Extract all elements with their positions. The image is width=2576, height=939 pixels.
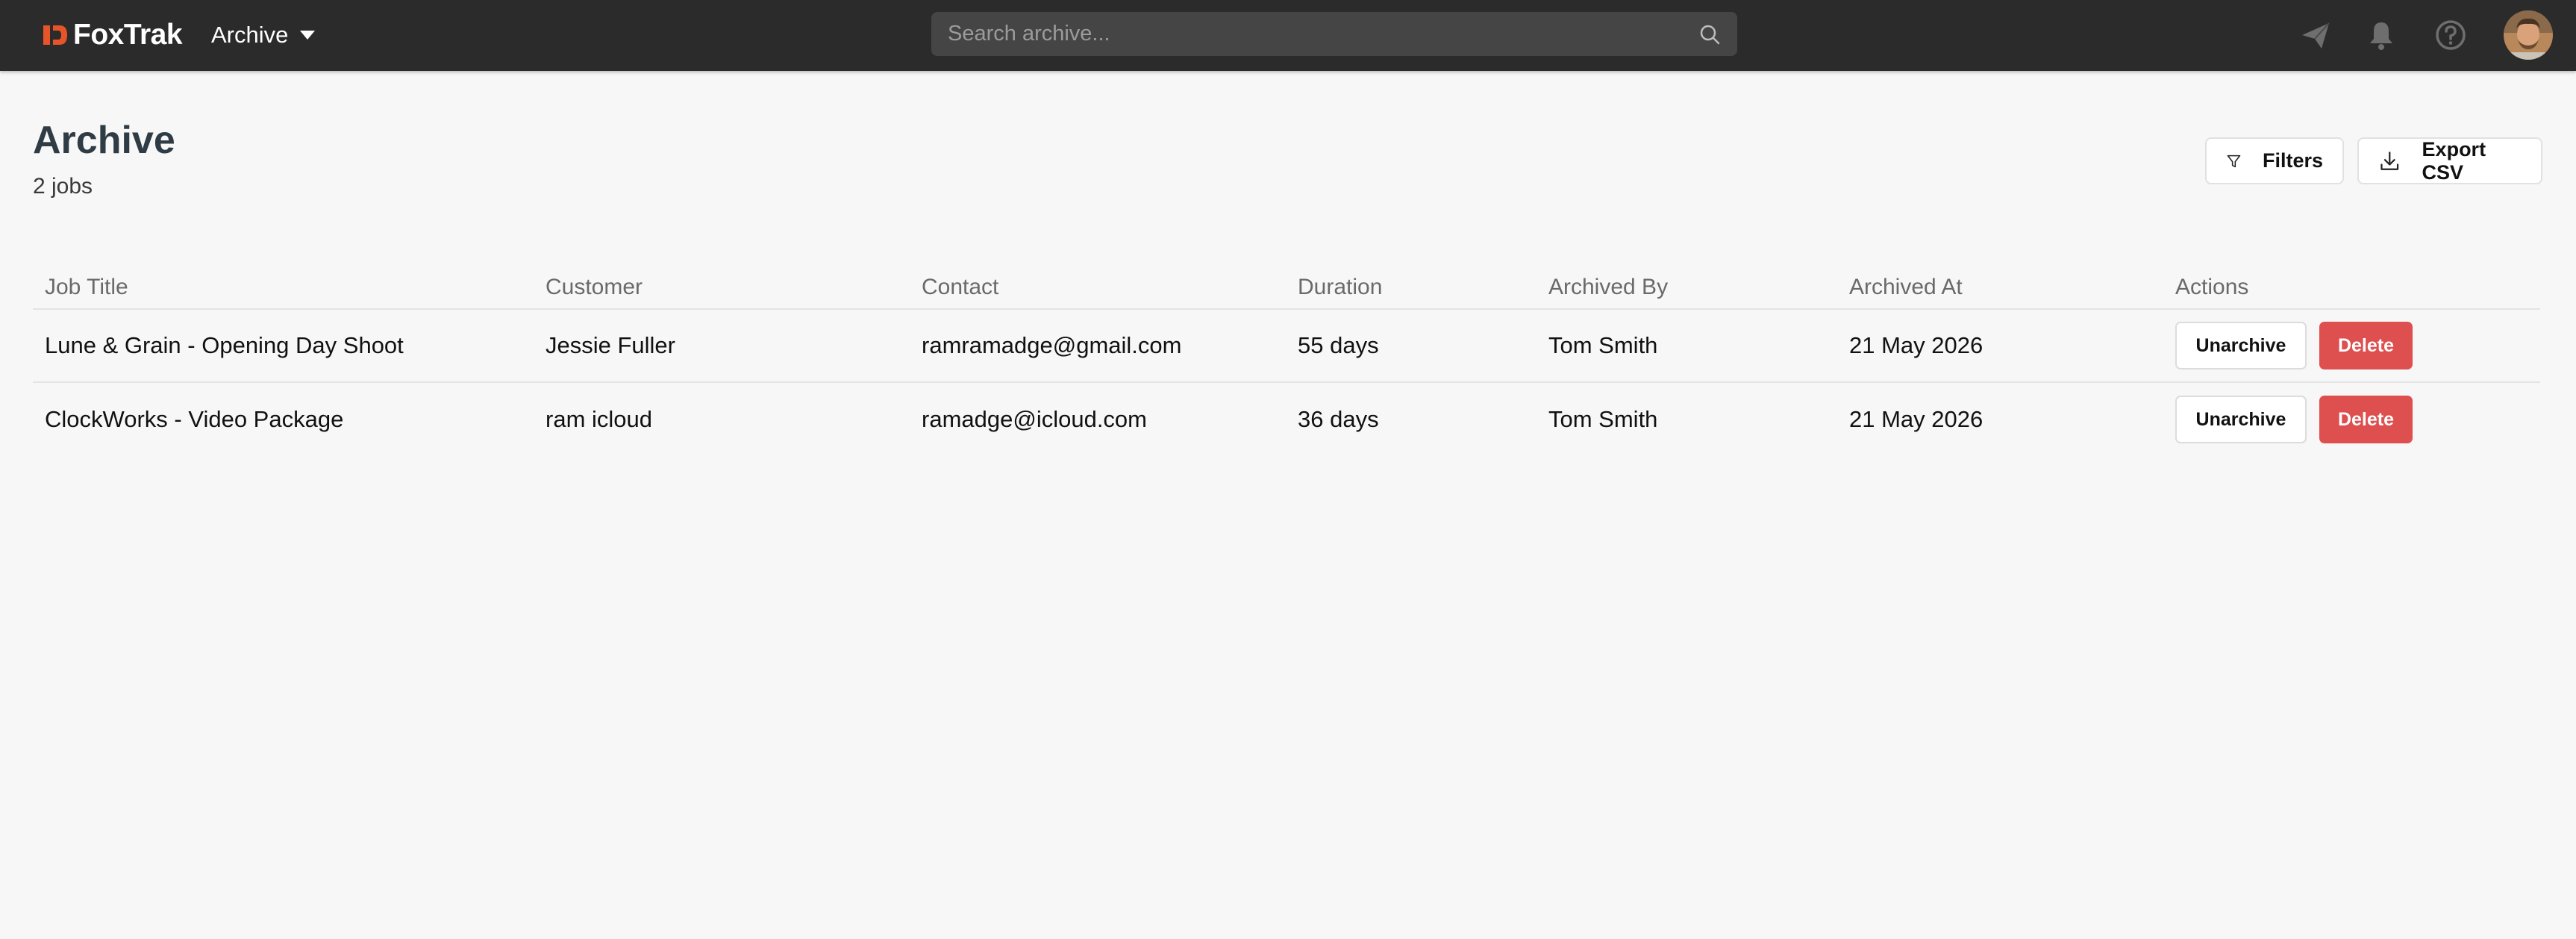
avatar-image <box>2504 10 2553 60</box>
column-header-archived-by[interactable]: Archived By <box>1548 254 1668 308</box>
job-title-cell[interactable]: Lune & Grain - Opening Day Shoot <box>45 310 404 381</box>
unarchive-button[interactable]: Unarchive <box>2175 322 2307 369</box>
archived-at-cell: 21 May 2026 <box>1849 406 1983 432</box>
column-header-contact[interactable]: Contact <box>922 254 998 308</box>
archived-by-cell: Tom Smith <box>1548 332 1658 358</box>
table-header-row: Job Title Customer Contact Duration Arch… <box>33 254 2540 310</box>
export-csv-button-label: Export CSV <box>2422 137 2486 184</box>
job-count: 2 jobs <box>33 174 93 199</box>
customer-cell: ram icloud <box>545 406 652 432</box>
archived-at-cell: 21 May 2026 <box>1849 332 1983 358</box>
brand-logo[interactable]: FoxTrak <box>43 16 183 54</box>
filters-button[interactable]: Filters <box>2205 137 2344 184</box>
download-icon <box>2380 151 2399 170</box>
unarchive-button[interactable]: Unarchive <box>2175 396 2307 443</box>
section-dropdown[interactable]: Archive <box>211 16 316 54</box>
duration-cell: 55 days <box>1298 332 1379 358</box>
column-header-actions: Actions <box>2175 274 2249 299</box>
bell-icon <box>2370 22 2392 50</box>
table-row[interactable]: Lune & Grain - Opening Day Shoot Jessie … <box>33 310 2540 383</box>
top-navigation-bar: FoxTrak Archive <box>0 0 2576 71</box>
column-header-customer[interactable]: Customer <box>545 254 643 308</box>
customer-cell: Jessie Fuller <box>545 332 675 358</box>
brand-name: FoxTrak <box>73 19 183 51</box>
help-button[interactable] <box>2434 19 2467 52</box>
send-button[interactable] <box>2299 19 2332 52</box>
export-csv-button[interactable]: Export CSV <box>2357 137 2542 184</box>
archive-table: Job Title Customer Contact Duration Arch… <box>33 254 2540 456</box>
duration-cell: 36 days <box>1298 406 1379 432</box>
filter-icon <box>2227 155 2241 167</box>
contact-cell: ramadge@icloud.com <box>922 406 1147 432</box>
table-row[interactable]: ClockWorks - Video Package ram icloud ra… <box>33 383 2540 456</box>
notifications-button[interactable] <box>2365 19 2398 52</box>
help-icon <box>2436 20 2466 50</box>
delete-button[interactable]: Delete <box>2319 396 2413 443</box>
caret-down-icon <box>300 31 316 40</box>
delete-button[interactable]: Delete <box>2319 322 2413 369</box>
send-icon <box>2302 22 2330 49</box>
foxtrak-logo-icon <box>43 25 67 45</box>
user-avatar[interactable] <box>2504 10 2553 60</box>
page-title: Archive <box>33 119 175 162</box>
row-actions: Unarchive Delete <box>2175 383 2413 456</box>
search-input[interactable] <box>948 22 1698 46</box>
contact-cell: ramramadge@gmail.com <box>922 332 1182 358</box>
archived-by-cell: Tom Smith <box>1548 406 1658 432</box>
column-header-duration[interactable]: Duration <box>1298 254 1382 308</box>
job-title-cell[interactable]: ClockWorks - Video Package <box>45 383 343 456</box>
column-header-job-title[interactable]: Job Title <box>45 254 128 308</box>
section-dropdown-label: Archive <box>211 22 289 48</box>
row-actions: Unarchive Delete <box>2175 310 2413 381</box>
search-icon[interactable] <box>1698 23 1721 46</box>
column-header-archived-at[interactable]: Archived At <box>1849 254 1963 308</box>
filters-button-label: Filters <box>2262 149 2323 172</box>
search-bar[interactable] <box>931 12 1737 56</box>
